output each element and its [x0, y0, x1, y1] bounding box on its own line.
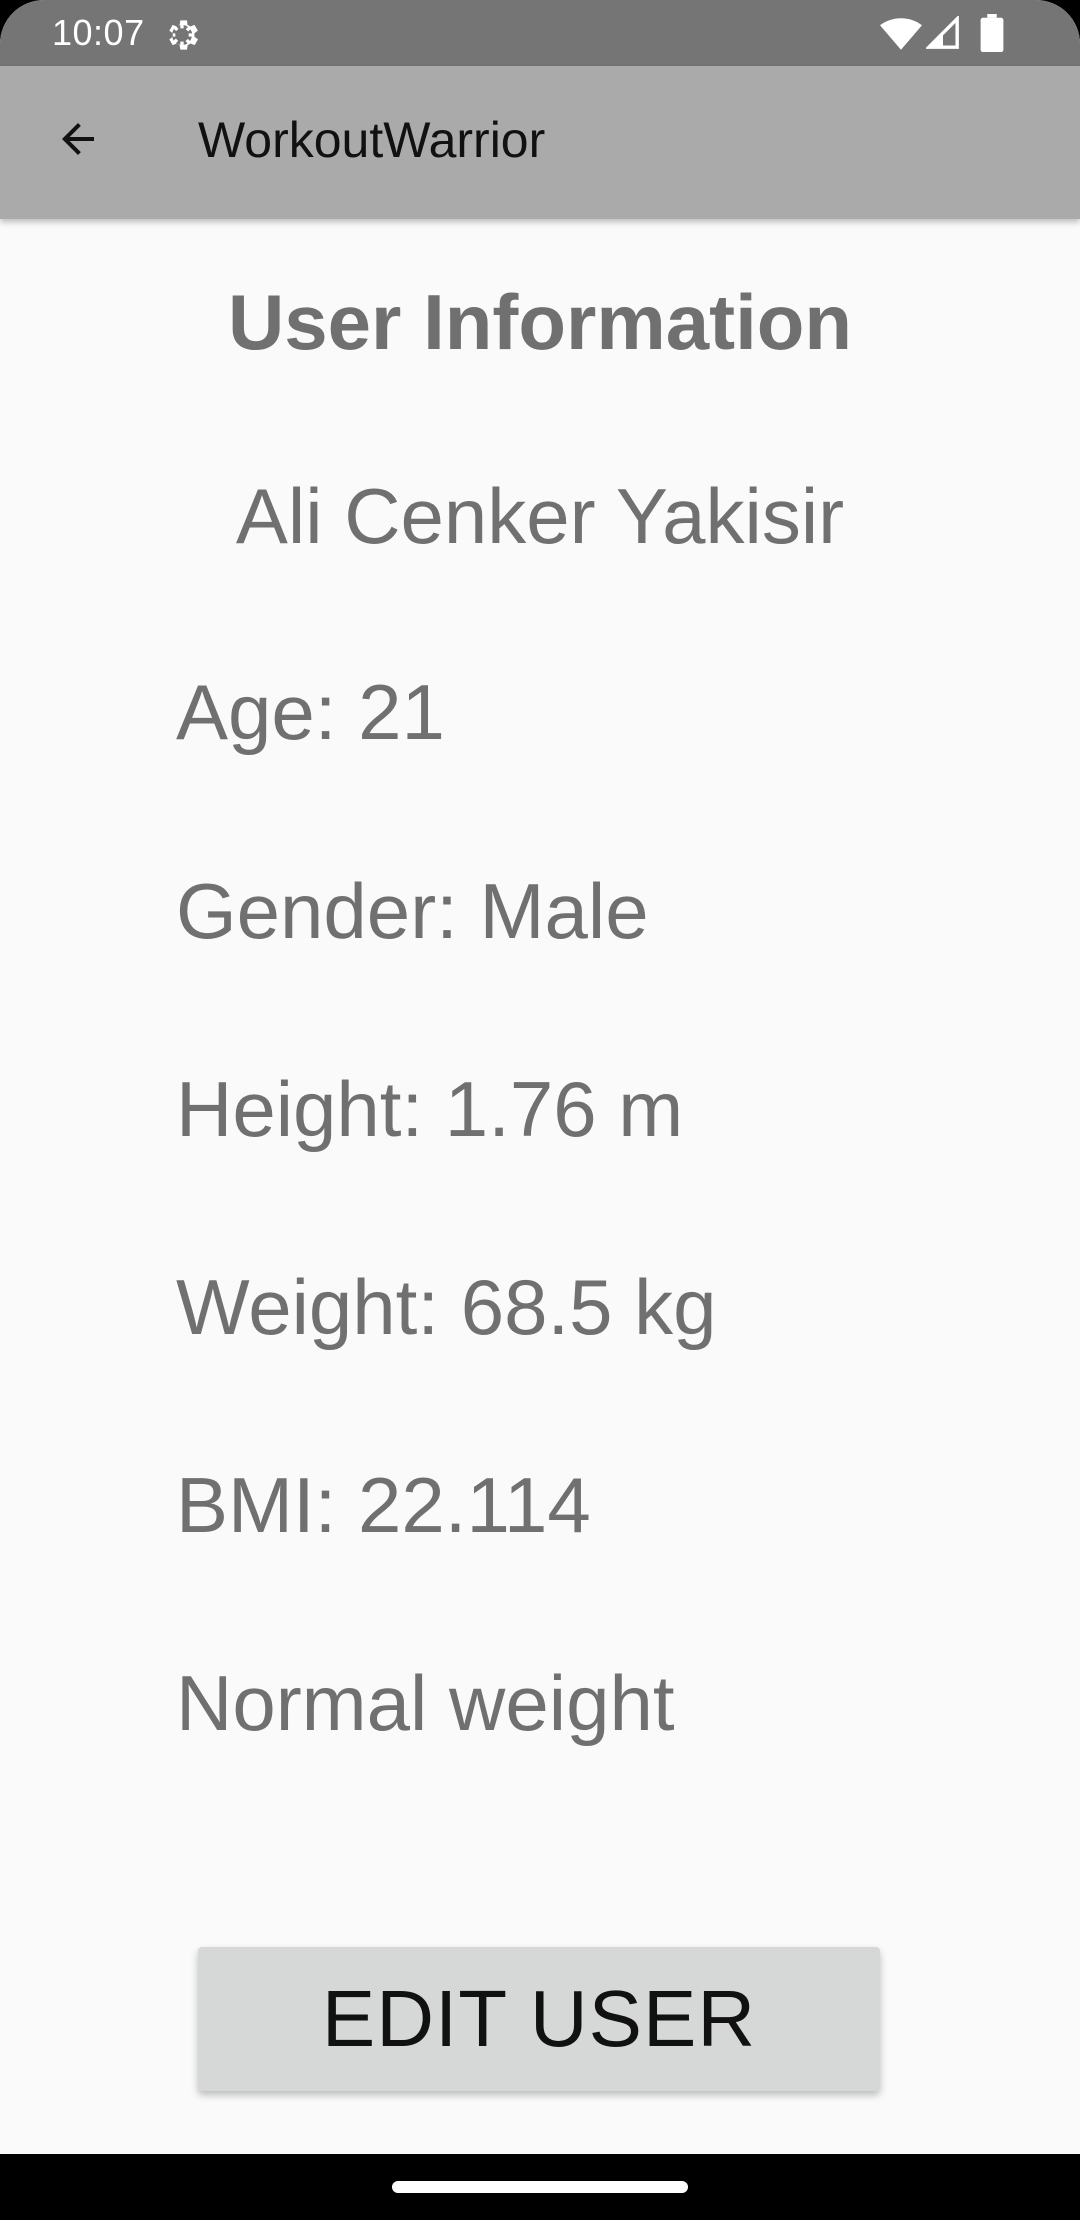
- wifi-icon: [880, 18, 922, 50]
- weight-text: Weight: 68.5 kg: [176, 1263, 717, 1351]
- cell-signal-icon: [926, 16, 959, 49]
- app-title: WorkoutWarrior: [198, 112, 546, 168]
- edit-user-button[interactable]: EDIT USER: [198, 1947, 880, 2091]
- settings-gear-icon: [169, 20, 198, 50]
- app-screen: 10:07 WorkoutWarrior User Information Al…: [0, 0, 1080, 2220]
- battery-icon: [980, 14, 1004, 52]
- age-text: Age: 21: [176, 668, 445, 756]
- status-bar: 10:07: [0, 0, 1080, 66]
- page-title: User Information: [227, 278, 853, 366]
- home-handle[interactable]: [392, 2181, 688, 2193]
- height-text: Height: 1.76 m: [176, 1065, 684, 1153]
- bmi-text: BMI: 22.114: [176, 1461, 591, 1549]
- status-time: 10:07: [52, 12, 145, 53]
- bmi-category-text: Normal weight: [176, 1659, 675, 1747]
- arrow-back-icon: [62, 123, 94, 155]
- gender-text: Gender: Male: [176, 867, 649, 955]
- user-name: Ali Cenker Yakisir: [235, 472, 845, 560]
- back-button[interactable]: [42, 103, 114, 175]
